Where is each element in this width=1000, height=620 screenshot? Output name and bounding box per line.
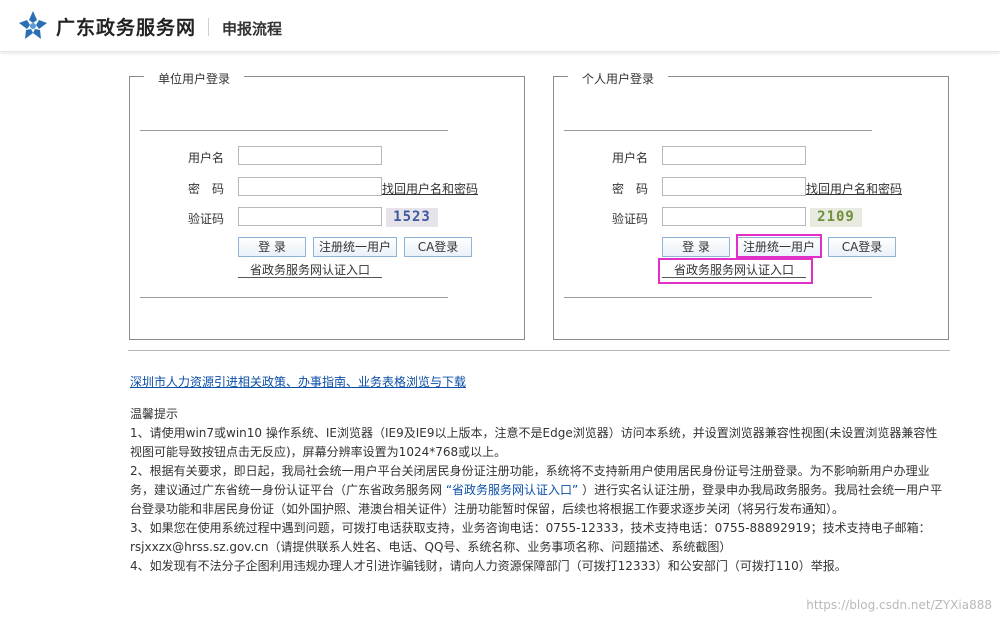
unit-password-input[interactable] xyxy=(238,177,382,196)
watermark: https://blog.csdn.net/ZYXia888 xyxy=(806,598,992,612)
password-label: 密 码 xyxy=(188,182,225,196)
tip-portal-link[interactable]: “省政务服务网认证入口” xyxy=(446,483,578,497)
personal-portal-auth-link[interactable]: 省政务服务网认证入口 xyxy=(662,263,806,278)
unit-portal-auth-link[interactable]: 省政务服务网认证入口 xyxy=(238,263,382,278)
personal-captcha-image[interactable]: 2109 xyxy=(810,208,862,227)
personal-ca-login-button[interactable]: CA登录 xyxy=(828,237,896,257)
star-flower-logo-icon[interactable] xyxy=(18,10,48,40)
divider-line xyxy=(140,130,448,131)
personal-username-input[interactable] xyxy=(662,146,806,165)
unit-register-button[interactable]: 注册统一用户 xyxy=(313,237,397,257)
personal-login-button[interactable]: 登 录 xyxy=(662,237,730,257)
captcha-label: 验证码 xyxy=(188,212,225,226)
divider-line xyxy=(564,130,872,131)
tip-item-2: 2、根据有关要求，即日起，我局社会统一用户平台关闭居民身份证注册功能，系统将不支… xyxy=(130,462,945,519)
personal-login-legend: 个人用户登录 xyxy=(568,70,669,87)
section-separator xyxy=(128,350,950,351)
personal-login-panel: 个人用户登录 用户名 密 码 找回用户名和密码 验证码 2109 登 录 注册统… xyxy=(553,70,949,340)
personal-captcha-input[interactable] xyxy=(662,207,806,226)
username-label: 用户名 xyxy=(188,151,225,165)
unit-recover-credentials-link[interactable]: 找回用户名和密码 xyxy=(382,180,478,197)
tip-item-4: 4、如发现有不法分子企图利用违规办理人才引进诈骗钱财，请向人力资源保障部门（可拨… xyxy=(130,559,847,573)
personal-recover-credentials-link[interactable]: 找回用户名和密码 xyxy=(806,180,902,197)
password-label: 密 码 xyxy=(612,182,649,196)
personal-password-input[interactable] xyxy=(662,177,806,196)
unit-ca-login-button[interactable]: CA登录 xyxy=(404,237,472,257)
unit-login-legend: 单位用户登录 xyxy=(144,70,245,87)
policy-download-link[interactable]: 深圳市人力资源引进相关政策、办事指南、业务表格浏览与下载 xyxy=(130,373,466,390)
tips-title: 温馨提示 xyxy=(130,407,179,421)
personal-register-button[interactable]: 注册统一用户 xyxy=(737,237,821,257)
site-header: 广东政务服务网 申报流程 xyxy=(0,0,1000,52)
username-label: 用户名 xyxy=(612,151,649,165)
divider-line xyxy=(564,297,872,298)
header-divider xyxy=(208,18,209,36)
unit-login-button[interactable]: 登 录 xyxy=(238,237,306,257)
page-title: 申报流程 xyxy=(222,20,283,38)
tip-item-3: 3、如果您在使用系统过程中遇到问题，可拨打电话获取支持，业务咨询电话：0755-… xyxy=(130,521,931,554)
tips-list: 1、请使用win7或win10 操作系统、IE浏览器（IE9及IE9以上版本，注… xyxy=(130,424,945,576)
unit-captcha-input[interactable] xyxy=(238,207,382,226)
captcha-label: 验证码 xyxy=(612,212,649,226)
unit-captcha-image[interactable]: 1523 xyxy=(386,208,438,227)
divider-line xyxy=(140,297,448,298)
unit-login-panel: 单位用户登录 用户名 密 码 找回用户名和密码 验证码 1523 登 录 注册统… xyxy=(129,70,525,340)
tip-item-1: 1、请使用win7或win10 操作系统、IE浏览器（IE9及IE9以上版本，注… xyxy=(130,426,938,459)
unit-username-input[interactable] xyxy=(238,146,382,165)
site-name[interactable]: 广东政务服务网 xyxy=(56,13,196,40)
